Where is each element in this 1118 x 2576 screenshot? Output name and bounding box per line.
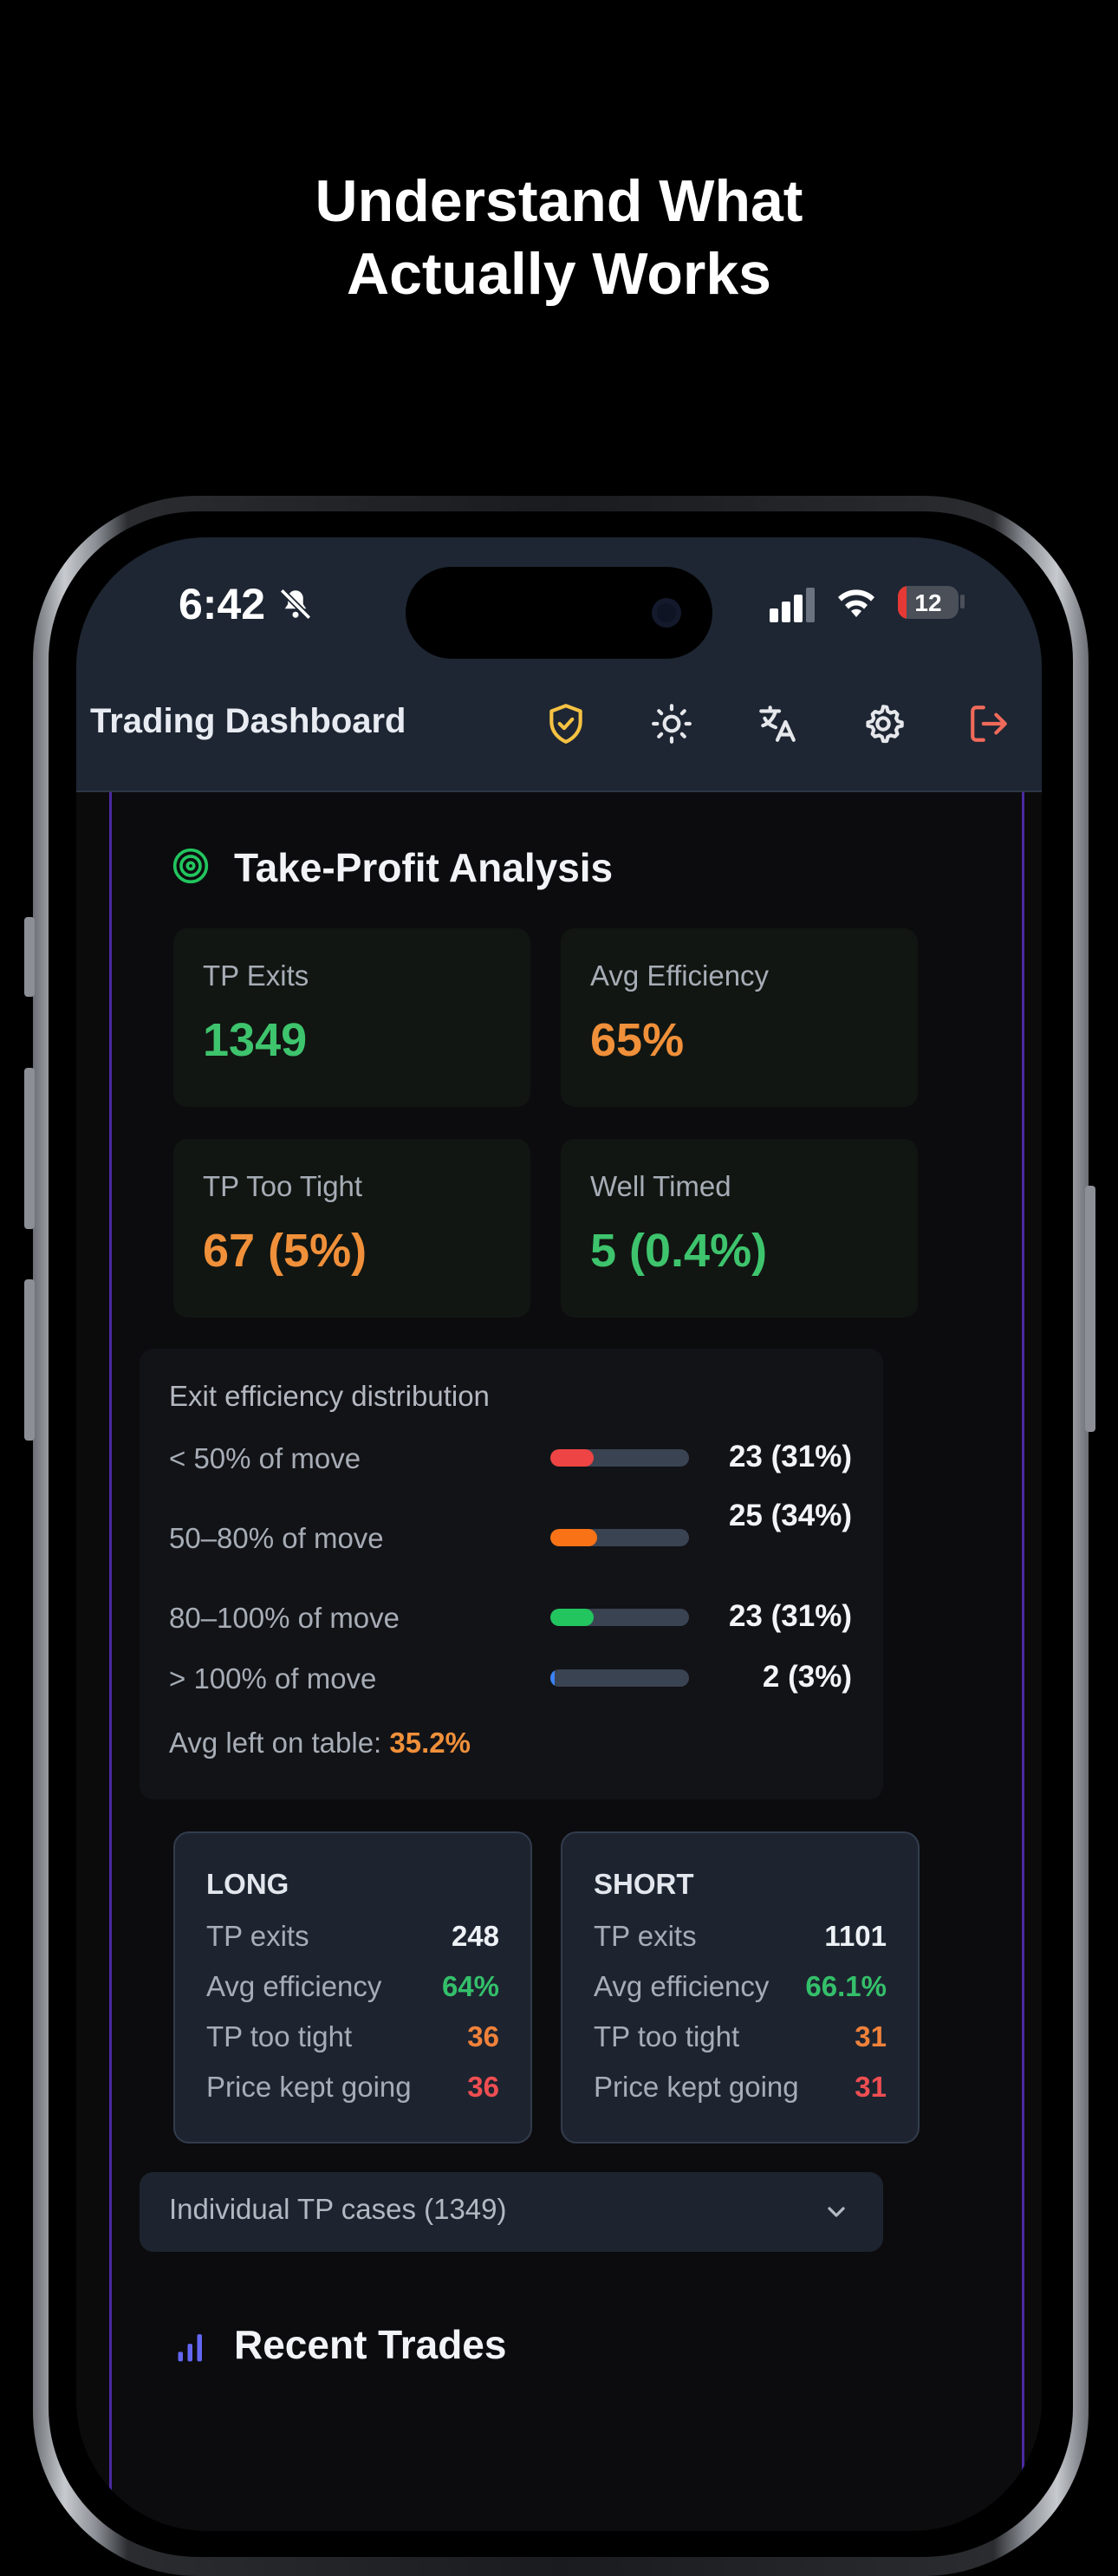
distribution-row-label: 80–100% of move xyxy=(169,1602,400,1634)
status-time: 6:42 xyxy=(179,580,266,628)
volume-up-button xyxy=(24,1068,35,1229)
distribution-heading: Exit efficiency distribution xyxy=(169,1380,490,1412)
distribution-row-label: > 100% of move xyxy=(169,1662,377,1695)
shield-check-icon[interactable] xyxy=(544,702,588,745)
exit-efficiency-distribution: Exit efficiency distribution < 50% of mo… xyxy=(140,1349,883,1799)
summary-row: TP too tight 36 xyxy=(206,2020,499,2059)
summary-row: TP too tight 31 xyxy=(594,2020,887,2059)
row-key: Avg efficiency xyxy=(206,1970,382,2002)
stat-label: TP Exits xyxy=(203,959,309,992)
row-key: TP exits xyxy=(206,1920,309,1952)
logout-icon[interactable] xyxy=(967,702,1011,745)
dynamic-island xyxy=(406,567,712,659)
headline-line-1: Understand What xyxy=(315,168,803,234)
distribution-bar-track xyxy=(550,1669,689,1687)
battery-tip xyxy=(960,595,965,608)
row-key: Avg efficiency xyxy=(594,1970,770,2002)
distribution-bar-track xyxy=(550,1529,689,1546)
row-value: 36 xyxy=(467,2071,499,2103)
leftover-label: Avg left on table: xyxy=(169,1727,390,1759)
row-value: 36 xyxy=(467,2020,499,2052)
card-title-long: LONG xyxy=(206,1868,289,1900)
summary-row: TP exits 1101 xyxy=(594,1920,887,1958)
battery-indicator: 12 xyxy=(898,586,959,619)
promo-headline: Understand What Actually Works xyxy=(0,165,1118,310)
stat-value: 67 (5%) xyxy=(203,1225,367,1277)
row-value: 66.1% xyxy=(805,1970,887,2002)
stat-value: 65% xyxy=(590,1014,685,1066)
card-title-short: SHORT xyxy=(594,1868,694,1900)
stat-card-avg-efficiency: Avg Efficiency 65% xyxy=(561,928,918,1107)
section-title-recent-trades: Recent Trades xyxy=(234,2322,507,2367)
distribution-row-label: 50–80% of move xyxy=(169,1522,384,1554)
individual-tp-cases-accordion[interactable]: Individual TP cases (1349) xyxy=(140,2172,883,2252)
wifi-icon xyxy=(838,589,874,617)
row-key: TP too tight xyxy=(594,2020,740,2052)
translate-icon[interactable] xyxy=(756,702,799,745)
distribution-bar-fill xyxy=(550,1609,594,1626)
summary-row: TP exits 248 xyxy=(206,1920,499,1958)
row-value: 1101 xyxy=(824,1920,887,1952)
stat-card-well-timed: Well Timed 5 (0.4%) xyxy=(561,1139,918,1317)
gear-icon[interactable] xyxy=(861,702,905,745)
distribution-row-value: 23 (31%) xyxy=(728,1599,852,1633)
row-key: TP exits xyxy=(594,1920,697,1952)
stat-card-tp-exits: TP Exits 1349 xyxy=(173,928,530,1107)
distribution-bar-fill xyxy=(550,1529,598,1546)
row-key: TP too tight xyxy=(206,2020,353,2052)
bar-chart-icon xyxy=(178,2334,202,2362)
section-title-tp-analysis: Take-Profit Analysis xyxy=(234,845,614,890)
stat-label: TP Too Tight xyxy=(203,1170,363,1202)
summary-row: Avg efficiency 66.1% xyxy=(594,1970,887,2008)
battery-percent: 12 xyxy=(914,589,942,616)
distribution-bar-fill xyxy=(550,1669,555,1687)
short-summary-card: SHORT TP exits 1101 Avg efficiency 66.1%… xyxy=(561,1831,920,2143)
distribution-bar-track xyxy=(550,1609,689,1626)
headline-line-2: Actually Works xyxy=(346,241,771,307)
avg-left-on-table: Avg left on table: 35.2% xyxy=(169,1727,471,1760)
accordion-label: Individual TP cases (1349) xyxy=(169,2193,507,2225)
distribution-bar-track xyxy=(550,1449,689,1467)
summary-row: Price kept going 31 xyxy=(594,2071,887,2109)
summary-row: Price kept going 36 xyxy=(206,2071,499,2109)
distribution-row-value: 25 (34%) xyxy=(728,1499,852,1532)
row-key: Price kept going xyxy=(594,2071,799,2103)
distribution-row-label: < 50% of move xyxy=(169,1442,361,1474)
distribution-row-value: 2 (3%) xyxy=(762,1660,852,1694)
stat-value: 5 (0.4%) xyxy=(590,1225,768,1277)
stat-label: Well Timed xyxy=(590,1170,731,1202)
distribution-bar-fill xyxy=(550,1449,594,1467)
sun-icon[interactable] xyxy=(650,702,693,745)
row-value: 248 xyxy=(451,1920,499,1952)
stat-value: 1349 xyxy=(203,1014,308,1066)
bell-slash-icon xyxy=(279,588,312,621)
target-icon xyxy=(172,848,209,884)
cellular-signal-icon xyxy=(770,588,815,622)
leftover-value: 35.2% xyxy=(389,1727,471,1759)
summary-row: Avg efficiency 64% xyxy=(206,1970,499,2008)
long-summary-card: LONG TP exits 248 Avg efficiency 64% TP … xyxy=(173,1831,532,2143)
stat-label: Avg Efficiency xyxy=(590,959,770,992)
power-button xyxy=(1085,1186,1095,1432)
app-bar: Trading Dashboard xyxy=(76,667,1042,792)
app-title: Trading Dashboard xyxy=(90,702,406,740)
row-value: 31 xyxy=(855,2020,887,2052)
chevron-down-icon xyxy=(828,2207,845,2217)
status-bar: 6:42 12 xyxy=(76,537,1042,667)
volume-down-button xyxy=(24,1279,35,1441)
row-value: 64% xyxy=(441,1970,499,2002)
row-key: Price kept going xyxy=(206,2071,412,2103)
distribution-row-value: 23 (31%) xyxy=(728,1440,852,1473)
row-value: 31 xyxy=(855,2071,887,2103)
action-button xyxy=(24,917,35,997)
stat-card-tp-too-tight: TP Too Tight 67 (5%) xyxy=(173,1139,530,1317)
camera-icon xyxy=(652,598,681,628)
